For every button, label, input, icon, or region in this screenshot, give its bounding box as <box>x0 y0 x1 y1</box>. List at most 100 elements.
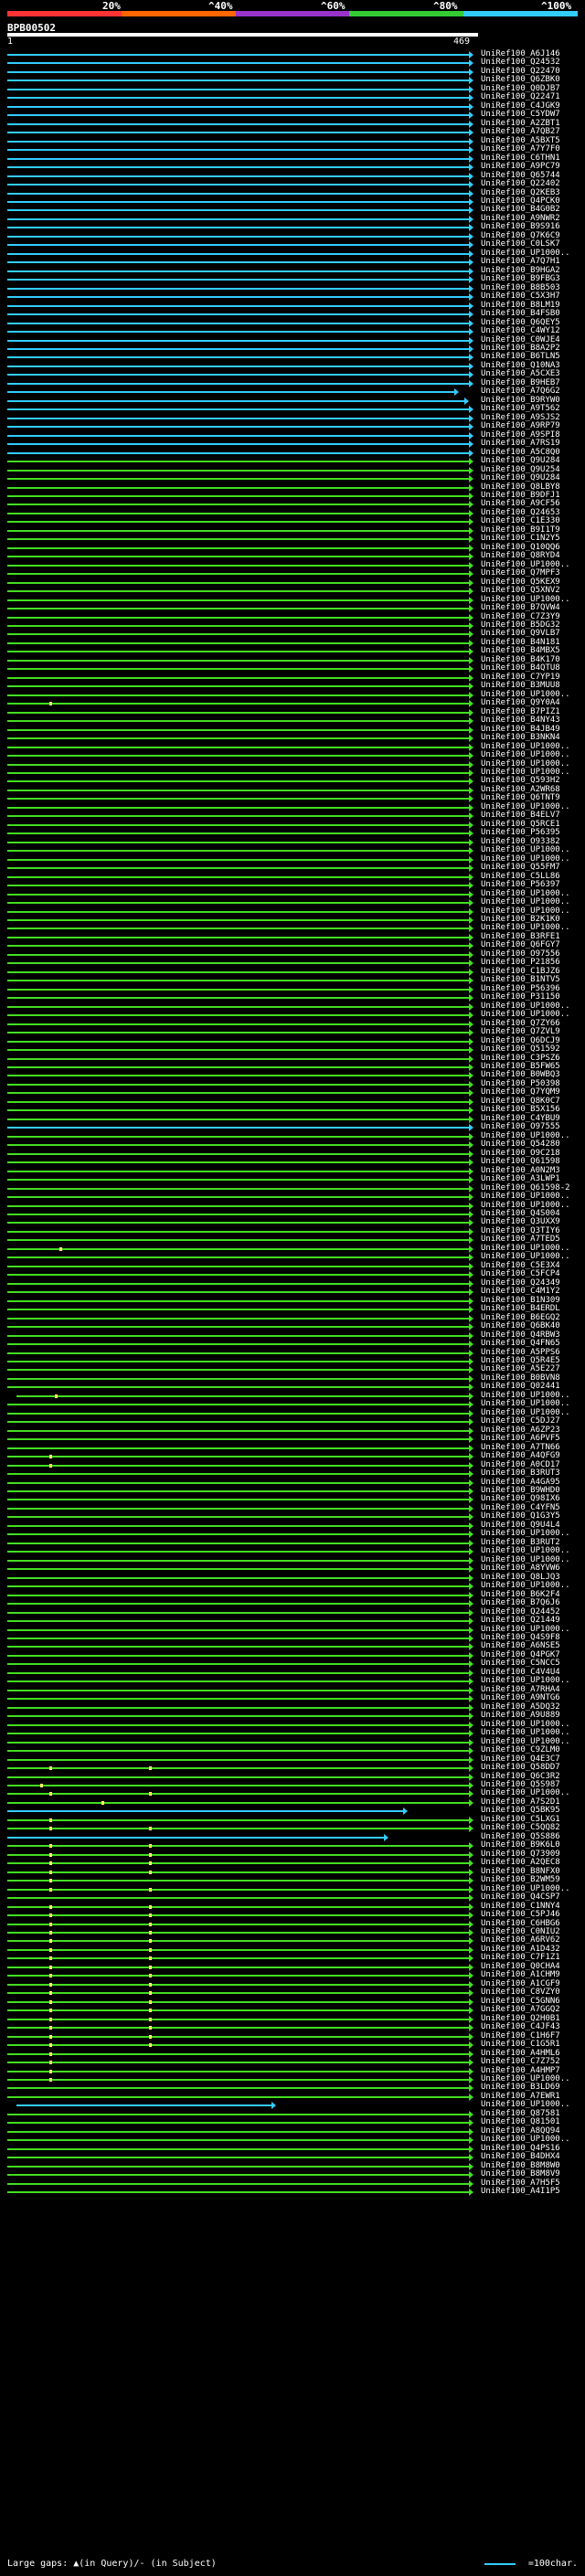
alignment-arrowhead <box>468 1227 473 1235</box>
alignment-arrowhead <box>468 605 473 613</box>
alignment-line <box>7 711 470 714</box>
scale-segment-cyan <box>463 11 578 16</box>
query-end: 469 <box>453 37 471 47</box>
alignment-arrowhead <box>468 1124 473 1132</box>
alignment-arrowhead <box>468 371 473 379</box>
alignment-arrowhead <box>468 2127 473 2136</box>
alignment-arrowhead <box>468 241 473 249</box>
alignment-arrowhead <box>468 1669 473 1677</box>
alignment-arrowhead <box>468 1721 473 1729</box>
alignment-arrowhead <box>468 2050 473 2058</box>
alignment-arrowhead <box>468 2067 473 2075</box>
alignment-line <box>7 2052 470 2055</box>
alignment-arrowhead <box>468 1426 473 1435</box>
alignment-line <box>7 1966 470 1968</box>
alignment-line <box>7 1369 470 1372</box>
gap-marker <box>49 1463 53 1468</box>
alignment-line <box>7 590 470 593</box>
alignment-line <box>7 1499 470 1501</box>
alignment-arrowhead <box>468 215 473 223</box>
alignment-arrowhead <box>468 544 473 552</box>
alignment-arrowhead <box>468 423 473 431</box>
alignment-line <box>7 2070 470 2072</box>
alignment-line <box>7 1092 470 1095</box>
hit-row[interactable]: UniRef100_A4I1P5 <box>0 2187 585 2197</box>
alignment-line <box>7 625 470 628</box>
alignment-line <box>7 573 470 576</box>
alignment-line <box>7 279 470 281</box>
alignment-line <box>7 512 470 514</box>
alignment-arrowhead <box>468 1097 473 1106</box>
gap-marker <box>49 702 53 706</box>
alignment-line <box>7 1871 470 1873</box>
alignment-line <box>7 1992 470 1995</box>
alignment-arrowhead <box>468 1738 473 1746</box>
alignment-line <box>7 175 470 177</box>
alignment-arrowhead <box>468 1565 473 1574</box>
alignment-arrowhead <box>468 1488 473 1496</box>
alignment-arrowhead <box>468 146 473 154</box>
alignment-line <box>7 478 470 481</box>
gap-marker <box>49 1904 53 1909</box>
alignment-line <box>7 2095 470 2098</box>
alignment-arrowhead <box>468 1002 473 1011</box>
alignment-arrowhead <box>468 1331 473 1340</box>
alignment-arrowhead <box>468 855 473 864</box>
alignment-arrowhead <box>468 1972 473 1980</box>
alignment-line <box>7 469 470 472</box>
alignment-arrowhead <box>468 1920 473 1928</box>
gap-marker <box>49 2009 53 2013</box>
alignment-line <box>7 1785 470 1786</box>
gap-marker <box>148 1852 152 1857</box>
alignment-arrowhead <box>468 85 473 93</box>
gap-marker <box>49 1792 53 1797</box>
alignment-line <box>7 2130 470 2133</box>
alignment-arrowhead <box>468 588 473 596</box>
alignment-arrowhead <box>468 1167 473 1175</box>
alignment-line <box>7 1931 470 1934</box>
alignment-arrowhead <box>468 726 473 734</box>
alignment-arrowhead <box>468 1617 473 1626</box>
alignment-line <box>7 988 470 991</box>
alignment-arrowhead <box>468 1773 473 1781</box>
gap-marker <box>148 1999 152 2004</box>
alignment-line <box>7 1075 470 1077</box>
alignment-arrowhead <box>468 899 473 907</box>
alignment-line <box>7 62 470 65</box>
alignment-line <box>7 1888 470 1891</box>
alignment-arrowhead <box>468 311 473 319</box>
alignment-arrowhead <box>468 1556 473 1564</box>
alignment-arrowhead <box>468 1323 473 1331</box>
alignment-line <box>7 1179 470 1182</box>
alignment-line <box>7 2122 470 2125</box>
alignment-arrowhead <box>468 942 473 950</box>
alignment-line <box>7 737 470 740</box>
alignment-line <box>7 1464 470 1467</box>
gap-marker <box>49 1861 53 1866</box>
legend-footer: Large gaps: ▲(in Query)/- (in Subject) =… <box>7 2559 578 2571</box>
alignment-line <box>7 1603 470 1606</box>
alignment-line <box>7 1204 470 1207</box>
alignment-line <box>7 1230 470 1233</box>
alignment-line <box>7 1628 470 1631</box>
alignment-arrowhead <box>468 717 473 726</box>
alignment-line <box>7 347 470 350</box>
alignment-line <box>7 2182 470 2185</box>
alignment-line <box>7 755 470 758</box>
alignment-line <box>7 374 470 376</box>
alignment-arrowhead <box>468 1678 473 1686</box>
alignment-arrowhead <box>468 1063 473 1071</box>
alignment-arrowhead <box>468 1288 473 1297</box>
gap-marker <box>148 1913 152 1918</box>
alignment-arrowhead <box>468 518 473 526</box>
alignment-arrowhead <box>468 1159 473 1167</box>
alignment-arrowhead <box>468 1115 473 1123</box>
alignment-arrowhead <box>468 864 473 873</box>
alignment-arrowhead <box>468 1877 473 1885</box>
gap-marker <box>148 1792 152 1797</box>
hit-label-link[interactable]: UniRef100_A4I1P5 <box>481 2187 560 2197</box>
alignment-arrowhead <box>468 1539 473 1547</box>
alignment-line <box>7 1239 470 1242</box>
alignment-line <box>7 1594 470 1596</box>
alignment-line <box>7 1663 470 1666</box>
